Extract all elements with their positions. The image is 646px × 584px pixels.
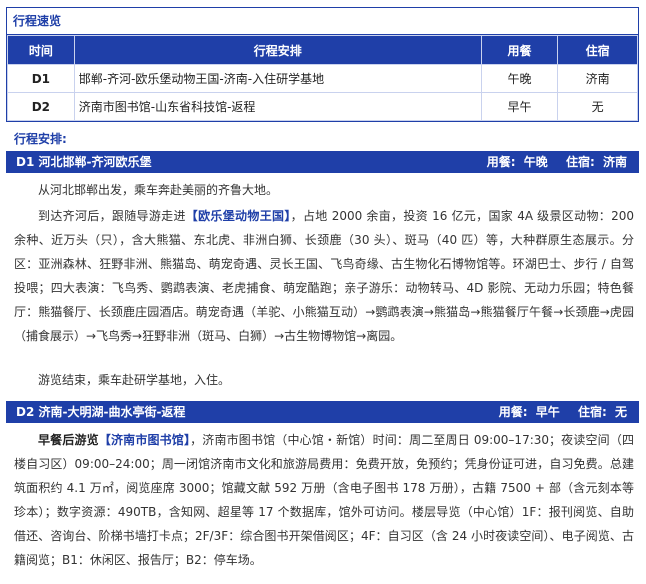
header-hotel: 住宿 (557, 35, 638, 65)
day1-para1: 从河北邯郸出发，乘车奔赴美丽的齐鲁大地。 (38, 183, 279, 197)
row-hotel: 济南 (557, 64, 638, 93)
day1-para3: 游览结束，乘车赴研学基地，入住。 (38, 373, 231, 387)
row-plan: 济南市图书馆-山东省科技馆-返程 (73, 92, 482, 121)
header-plan: 行程安排 (73, 35, 482, 65)
overview-header-row: 时间 行程安排 用餐 住宿 (7, 35, 638, 65)
day2-para1-lead: 早餐后游览 (38, 433, 99, 447)
day2-meal-label: 用餐: (498, 405, 528, 419)
day2-hotel-label: 住宿: (577, 405, 607, 419)
day2-bar: D2 济南-大明湖-曲水亭街-返程 用餐: 早午 住宿: 无 (6, 401, 639, 423)
day2-para1: 早餐后游览【济南市图书馆】，济南市图书馆（中心馆・新馆）时间：周二至周日 09:… (14, 428, 634, 572)
overview-title: 行程速览 (7, 8, 638, 35)
day1-meal-info: 用餐: 午晚 住宿: 济南 (483, 151, 627, 173)
day1-para2-pre: 到达齐河后，跟随导游走进 (38, 209, 186, 223)
row-meal: 早午 (480, 92, 559, 121)
day1-meal-value: 午晚 (523, 155, 548, 169)
day1-para2-body: ，占地 2000 余亩，投资 16 亿元，国家 4A 级景区动物：200 余种、… (14, 209, 634, 343)
table-row: D2 济南市图书馆-山东省科技馆-返程 早午 无 (7, 92, 638, 121)
day2-meal-info: 用餐: 早午 住宿: 无 (495, 401, 627, 423)
day2-meal-value: 早午 (535, 405, 560, 419)
day2-para1-body: ，济南市图书馆（中心馆・新馆）时间：周二至周日 09:00–17:30；夜读空间… (14, 433, 634, 567)
overview-table: 时间 行程安排 用餐 住宿 D1 邯郸-齐河-欧乐堡动物王国-济南-入住研学基地… (7, 35, 638, 121)
day1-bar: D1 河北邯郸-齐河欧乐堡 用餐: 午晚 住宿: 济南 (6, 151, 639, 173)
table-row: D1 邯郸-齐河-欧乐堡动物王国-济南-入住研学基地 午晚 济南 (7, 64, 638, 93)
day2-title: D2 济南-大明湖-曲水亭街-返程 (16, 405, 186, 419)
attraction-name: 【济南市图书馆】 (98, 433, 191, 447)
attraction-name: 【欧乐堡动物王国】 (185, 209, 291, 223)
day1-meal-label: 用餐: (486, 155, 516, 169)
itinerary-title: 行程安排: (14, 132, 67, 146)
header-meal: 用餐 (480, 35, 559, 65)
day1-para2: 到达齐河后，跟随导游走进【欧乐堡动物王国】，占地 2000 余亩，投资 16 亿… (14, 204, 634, 348)
day1-hotel-label: 住宿: (565, 155, 595, 169)
overview-box: 行程速览 时间 行程安排 用餐 住宿 D1 邯郸-齐河-欧乐堡动物王国-济南-入… (6, 7, 639, 122)
row-day: D1 (7, 64, 75, 93)
header-time: 时间 (7, 35, 75, 65)
day1-hotel-value: 济南 (602, 155, 627, 169)
day1-title: D1 河北邯郸-齐河欧乐堡 (16, 155, 152, 169)
day2-hotel-value: 无 (614, 405, 627, 419)
page: 行程速览 时间 行程安排 用餐 住宿 D1 邯郸-齐河-欧乐堡动物王国-济南-入… (0, 0, 646, 584)
row-hotel: 无 (557, 92, 638, 121)
row-meal: 午晚 (480, 64, 559, 93)
row-day: D2 (7, 92, 75, 121)
row-plan: 邯郸-齐河-欧乐堡动物王国-济南-入住研学基地 (73, 64, 482, 93)
